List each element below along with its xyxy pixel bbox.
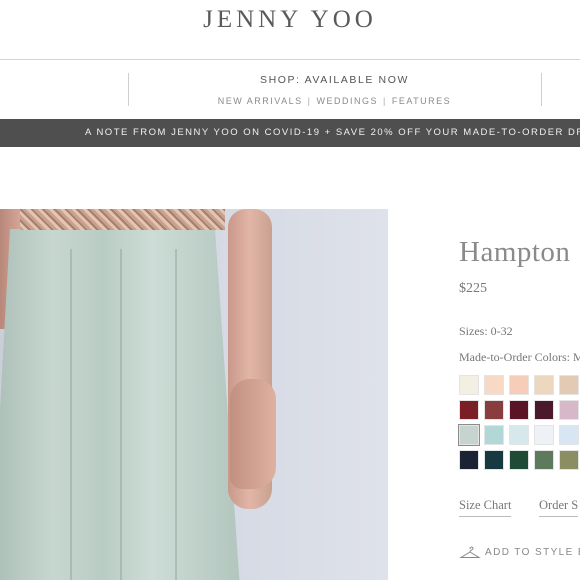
add-to-style-board-label: ADD TO STYLE BO — [485, 546, 580, 558]
color-swatch[interactable] — [509, 425, 529, 445]
color-swatch[interactable] — [459, 400, 479, 420]
color-swatch[interactable] — [534, 450, 554, 470]
product-image[interactable] — [0, 209, 388, 580]
announcement-text[interactable]: A NOTE FROM JENNY YOO ON COVID-19 + SAVE… — [85, 127, 580, 138]
color-swatch[interactable] — [484, 375, 504, 395]
color-swatch[interactable] — [509, 400, 529, 420]
order-swatch-link[interactable]: Order S — [539, 498, 579, 517]
nav-link-weddings[interactable]: WEDDINGS — [317, 96, 379, 106]
color-swatch[interactable] — [559, 450, 579, 470]
model-hand — [230, 379, 276, 489]
nav-separator: | — [383, 96, 387, 106]
hanger-icon — [459, 545, 481, 559]
sequin-top — [20, 209, 225, 230]
color-swatch[interactable] — [509, 375, 529, 395]
nav-sub-menu: NEW ARRIVALS | WEDDINGS | FEATURES — [128, 96, 541, 106]
nav-divider-right — [541, 73, 542, 106]
nav-shop-available-now[interactable]: SHOP: AVAILABLE NOW — [128, 74, 541, 86]
color-swatch-grid — [458, 375, 579, 470]
color-swatch[interactable] — [484, 400, 504, 420]
color-swatch[interactable] — [534, 425, 554, 445]
brand-logo[interactable]: JENNY YOO — [0, 6, 580, 34]
add-to-style-board-button[interactable]: ADD TO STYLE BO — [459, 545, 580, 559]
skirt-fold — [70, 249, 72, 580]
color-swatch[interactable] — [559, 375, 579, 395]
color-swatch[interactable] — [559, 425, 579, 445]
color-swatch[interactable] — [509, 450, 529, 470]
color-swatch[interactable] — [459, 375, 479, 395]
color-swatch[interactable] — [484, 425, 504, 445]
color-swatch[interactable] — [534, 375, 554, 395]
product-sizes: Sizes: 0-32 — [459, 324, 513, 338]
announcement-banner[interactable]: A NOTE FROM JENNY YOO ON COVID-19 + SAVE… — [0, 119, 580, 147]
color-swatch[interactable] — [459, 450, 479, 470]
nav-separator: | — [307, 96, 312, 106]
color-swatch[interactable] — [534, 400, 554, 420]
product-title: Hampton — [459, 236, 571, 268]
nav-link-features[interactable]: FEATURES — [392, 96, 451, 106]
color-swatch[interactable] — [559, 400, 579, 420]
product-price: $225 — [459, 281, 487, 296]
header-divider — [0, 59, 580, 60]
skirt-fold — [120, 249, 122, 580]
color-swatch[interactable] — [458, 424, 480, 446]
size-chart-link[interactable]: Size Chart — [459, 498, 512, 517]
made-to-order-colors-label: Made-to-Order Colors: M — [459, 350, 580, 364]
nav-link-new-arrivals[interactable]: NEW ARRIVALS — [218, 96, 303, 106]
color-swatch[interactable] — [484, 450, 504, 470]
skirt-fold — [175, 249, 177, 580]
